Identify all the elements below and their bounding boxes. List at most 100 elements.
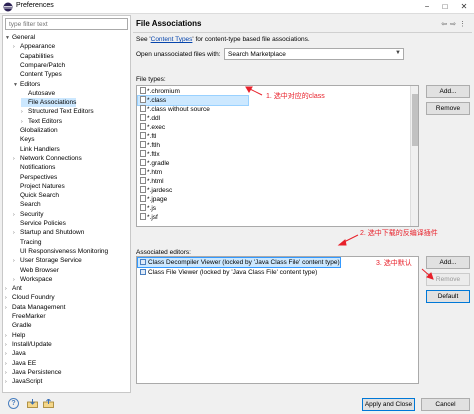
tree-item-label: Install/Update — [12, 340, 52, 348]
tree-item-label: Quick Search — [20, 192, 60, 200]
tree-item-label: Java Persistence — [12, 368, 62, 376]
tree-item[interactable]: Search — [13, 200, 41, 209]
file-type-row[interactable]: *.gradle — [138, 159, 410, 168]
file-type-row[interactable]: *.jpage — [138, 195, 410, 204]
tree-item[interactable]: › Workspace — [13, 275, 52, 284]
file-icon — [140, 141, 146, 148]
tree-item-label: Workspace — [20, 275, 53, 283]
tree-item[interactable]: › Security — [13, 210, 43, 219]
tree-item[interactable]: UI Responsiveness Monitoring — [13, 247, 108, 256]
file-type-row[interactable]: *.ftl — [138, 132, 410, 141]
tree-item[interactable]: › Java EE — [5, 359, 36, 368]
tree-item[interactable]: › Cloud Foundry — [5, 293, 55, 302]
tree-item[interactable]: › Text Editors — [21, 117, 62, 126]
back-arrow-icon[interactable]: ⇦ — [441, 21, 450, 28]
tree-item[interactable]: Globalization — [13, 126, 58, 135]
export-icon[interactable] — [43, 399, 54, 408]
annotation-step-2: 2. 选中下载的反编译插件 — [360, 230, 438, 237]
file-type-row[interactable]: *.jsf — [138, 213, 410, 222]
help-icon[interactable]: ? — [8, 398, 19, 409]
maximize-button[interactable]: □ — [436, 1, 454, 13]
tree-item[interactable]: › Structured Text Editors — [21, 107, 94, 116]
tree-item[interactable]: › Install/Update — [5, 340, 52, 349]
apply-and-close-button[interactable]: Apply and Close — [362, 398, 415, 411]
tree-item-label: Help — [12, 331, 26, 339]
tree-item[interactable]: ▼ General — [5, 33, 35, 42]
tree-item-label: Java EE — [12, 359, 37, 367]
file-type-row[interactable]: *.js — [138, 204, 410, 213]
tree-item[interactable]: Gradle — [5, 321, 32, 330]
tree-item[interactable]: › JavaScript — [5, 377, 42, 386]
tree-item[interactable]: Compare/Patch — [13, 61, 65, 70]
cancel-button[interactable]: Cancel — [421, 398, 470, 411]
tree-item-label: Compare/Patch — [20, 61, 66, 69]
tree-item[interactable]: Tracing — [13, 238, 41, 247]
remove-editor-button[interactable]: Remove — [426, 273, 470, 286]
tree-item-label: Capabilities — [20, 52, 54, 60]
tree-item[interactable]: › Data Management — [5, 303, 65, 312]
tree-item[interactable]: Link Handlers — [13, 145, 60, 154]
file-type-row[interactable]: *.html — [138, 177, 410, 186]
page-title: File Associations — [136, 19, 202, 28]
tree-item[interactable]: › Ant — [5, 284, 22, 293]
file-type-row[interactable]: *.ddl — [138, 114, 410, 123]
tree-item[interactable]: › User Storage Service — [13, 256, 82, 265]
remove-file-type-button[interactable]: Remove — [426, 102, 470, 115]
tree-item[interactable]: File Associations — [21, 98, 77, 108]
tree-item[interactable]: Content Types — [13, 70, 62, 79]
file-type-label: *.class — [147, 97, 167, 104]
file-type-row[interactable]: *.class without source — [138, 105, 410, 114]
filter-input[interactable] — [5, 18, 128, 30]
file-type-label: *.exec — [147, 124, 166, 131]
scrollbar-thumb[interactable] — [412, 94, 418, 146]
file-type-row[interactable]: *.jardesc — [138, 186, 410, 195]
add-editor-button[interactable]: Add... — [426, 256, 470, 269]
tree-item[interactable]: Notifications — [13, 163, 55, 172]
file-type-row[interactable]: *.ftlx — [138, 150, 410, 159]
tree-item-label: Startup and Shutdown — [20, 229, 85, 237]
tree-item[interactable]: Web Browser — [13, 266, 59, 275]
file-icon — [140, 150, 146, 157]
page-nav-arrows[interactable]: ⇦⇨⋮ — [441, 20, 469, 28]
tree-item[interactable]: Quick Search — [13, 191, 59, 200]
tree-item[interactable]: Project Natures — [13, 182, 65, 191]
add-file-type-button[interactable]: Add... — [426, 85, 470, 98]
forward-arrow-icon[interactable]: ⇨ — [450, 21, 459, 28]
tree-item[interactable]: Service Policies — [13, 219, 66, 228]
minimize-button[interactable]: − — [418, 1, 436, 13]
import-icon[interactable] — [27, 399, 38, 408]
tree-item[interactable]: Capabilities — [13, 52, 54, 61]
close-button[interactable]: ✕ — [455, 1, 473, 13]
associated-editors-list[interactable]: Class Decompiler Viewer (locked by 'Java… — [136, 256, 419, 384]
content-types-link[interactable]: Content Types — [151, 36, 193, 43]
file-type-row[interactable]: *.exec — [138, 123, 410, 132]
file-type-label: *.jsf — [147, 214, 158, 221]
open-with-select[interactable]: Search Marketplace ▼ — [224, 48, 404, 60]
expand-arrow-icon[interactable]: › — [5, 378, 12, 387]
file-types-scrollbar[interactable] — [410, 86, 418, 226]
tree-item-label: Content Types — [20, 71, 62, 79]
tree-item[interactable]: › Network Connections — [13, 154, 82, 163]
file-types-list[interactable]: *.chromium *.class *.class without source *… — [136, 85, 419, 227]
expand-arrow-icon[interactable]: ▼ — [5, 34, 12, 43]
tree-item[interactable]: Perspectives — [13, 173, 57, 182]
expand-arrow-icon[interactable]: ▼ — [13, 81, 20, 90]
file-type-label: *.js — [147, 205, 157, 212]
editor-row-class-file-viewer[interactable]: Class File Viewer (locked by 'Java Class… — [138, 268, 317, 277]
tree-item[interactable]: ▼ Editors — [13, 80, 40, 89]
tree-item[interactable]: Keys — [13, 135, 34, 144]
tree-item[interactable]: › Java Persistence — [5, 368, 62, 377]
tree-item[interactable]: › Startup and Shutdown — [13, 228, 84, 237]
tree-item[interactable]: FreeMarker — [5, 312, 46, 321]
file-type-row[interactable]: *.ftlh — [138, 141, 410, 150]
file-type-row[interactable]: *.htm — [138, 168, 410, 177]
tree-item[interactable]: › Appearance — [13, 42, 55, 51]
tree-item-label: Security — [20, 210, 44, 218]
tree-item[interactable]: › Help — [5, 331, 25, 340]
tree-item[interactable]: Autosave — [21, 89, 55, 98]
editor-row-class-decompiler[interactable]: Class Decompiler Viewer (locked by 'Java… — [137, 257, 341, 268]
default-editor-button[interactable]: Default — [426, 290, 470, 303]
tree-item[interactable]: › Java — [5, 349, 26, 358]
file-type-row[interactable]: *.class — [137, 95, 249, 106]
menu-chevron-icon[interactable]: ⋮ — [459, 21, 469, 28]
